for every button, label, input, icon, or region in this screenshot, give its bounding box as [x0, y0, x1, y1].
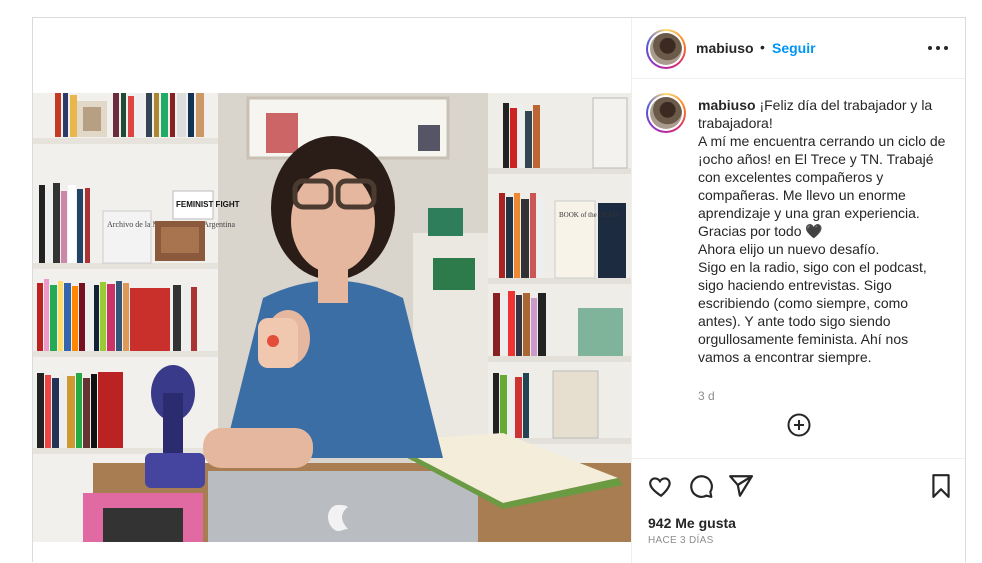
post-photo[interactable]: Archivo de la Memoria Trans Argentina FE… [33, 93, 631, 542]
post-header: mabiuso • Seguir [632, 18, 965, 79]
paper-plane-icon[interactable] [728, 473, 754, 499]
comment-icon[interactable] [688, 473, 714, 499]
likes-count[interactable]: 942 Me gusta [648, 515, 736, 531]
heart-icon[interactable] [648, 473, 674, 499]
caption: mabiuso ¡Feliz día del trabajador y la t… [698, 96, 948, 366]
caption-avatar[interactable] [646, 93, 686, 133]
more-options-icon[interactable] [928, 38, 950, 58]
caption-timestamp[interactable]: 3 d [698, 389, 715, 403]
follow-button[interactable]: Seguir [772, 40, 816, 56]
post-media: Archivo de la Memoria Trans Argentina FE… [33, 18, 631, 563]
book-2-title: FEMINIST FIGHT [176, 200, 240, 209]
header-username[interactable]: mabiuso [696, 40, 754, 56]
bookmark-icon[interactable] [928, 473, 954, 499]
book-3-title: BOOK of the DEAD [559, 211, 618, 219]
caption-text: ¡Feliz día del trabajador y la trabajado… [698, 97, 946, 365]
avatar[interactable] [646, 29, 686, 69]
caption-area: mabiuso ¡Feliz día del trabajador y la t… [632, 80, 965, 460]
actions-bar: 942 Me gusta HACE 3 DÍAS [632, 458, 965, 563]
post-date[interactable]: HACE 3 DÍAS [648, 535, 714, 546]
instagram-post: Archivo de la Memoria Trans Argentina FE… [32, 17, 966, 563]
caption-username[interactable]: mabiuso [698, 97, 756, 113]
plus-circle-icon[interactable] [787, 413, 811, 437]
separator-dot: • [760, 39, 765, 55]
post-sidebar: mabiuso • Seguir mabiuso ¡Feliz día del … [631, 18, 965, 563]
